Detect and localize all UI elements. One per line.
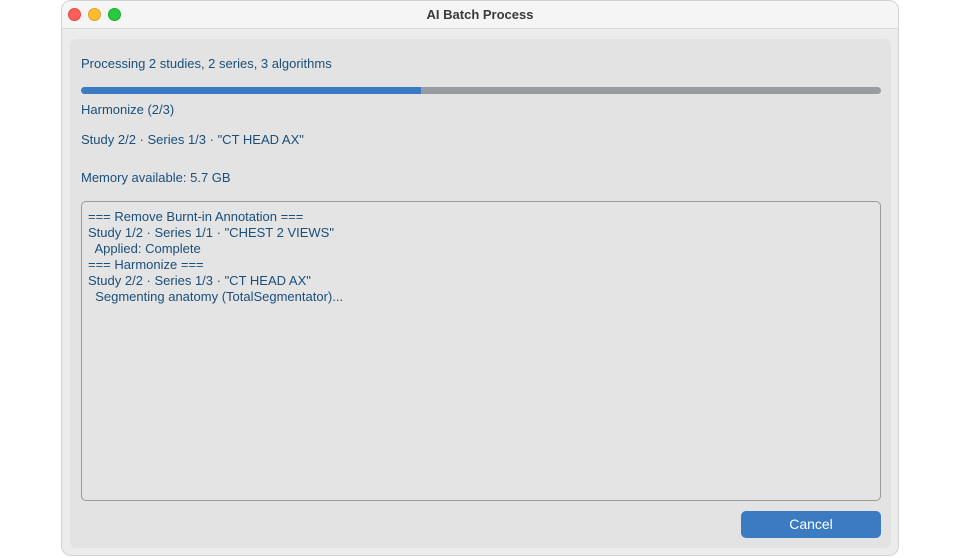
memory-available-label: Memory available: 5.7 GB <box>81 170 231 185</box>
cancel-button[interactable]: Cancel <box>741 511 881 538</box>
processing-summary: Processing 2 studies, 2 series, 3 algori… <box>81 56 332 71</box>
title-bar: AI Batch Process <box>62 1 898 29</box>
log-line: Study 2/2 · Series 1/3 · "CT HEAD AX" <box>88 273 311 288</box>
batch-process-window: AI Batch Process Processing 2 studies, 2… <box>61 0 899 556</box>
log-line: === Remove Burnt-in Annotation === <box>88 209 304 224</box>
log-output[interactable]: === Remove Burnt-in Annotation === Study… <box>81 201 881 501</box>
log-line: Study 1/2 · Series 1/1 · "CHEST 2 VIEWS" <box>88 225 334 240</box>
current-series-label: Study 2/2 · Series 1/3 · "CT HEAD AX" <box>81 132 304 147</box>
log-line: Segmenting anatomy (TotalSegmentator)... <box>88 289 344 304</box>
progress-bar <box>81 87 881 94</box>
log-line: === Harmonize === <box>88 257 204 272</box>
log-line: Applied: Complete <box>88 241 201 256</box>
window-title: AI Batch Process <box>426 7 534 22</box>
content-panel: Processing 2 studies, 2 series, 3 algori… <box>70 39 891 548</box>
current-step-label: Harmonize (2/3) <box>81 102 175 117</box>
progress-bar-fill <box>81 87 421 94</box>
